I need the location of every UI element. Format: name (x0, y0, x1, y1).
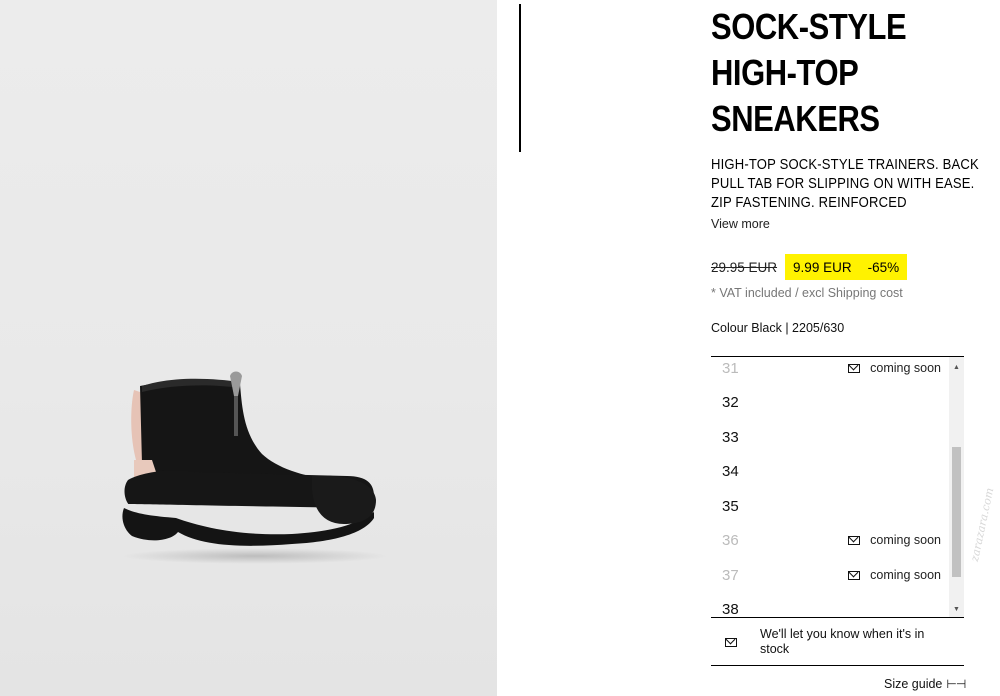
view-more-link[interactable]: View more (711, 217, 770, 231)
sale-price: 9.99 EUR (793, 259, 852, 275)
size-label: 33 (722, 428, 739, 446)
size-label: 31 (722, 359, 739, 377)
size-label: 36 (722, 531, 739, 549)
old-price: 29.95 EUR (711, 259, 778, 275)
product-description: HIGH-TOP SOCK-STYLE TRAINERS. BACK PULL … (711, 157, 979, 211)
coming-soon-label: coming soon (870, 361, 941, 375)
coming-soon-label: coming soon (870, 568, 941, 582)
ruler-icon: ⊢⊣ (946, 677, 966, 691)
stock-notify-button[interactable]: We'll let you know when it's in stock (711, 620, 964, 666)
size-label: 37 (722, 566, 739, 584)
envelope-icon (725, 638, 737, 647)
product-image[interactable] (0, 0, 497, 696)
size-list[interactable]: 31 coming soon 32 33 34 35 36 coming soo… (711, 356, 964, 618)
scroll-down-arrow-icon[interactable]: ▼ (949, 602, 964, 616)
size-list-scrollbar[interactable]: ▲ ▼ (949, 357, 964, 617)
coming-soon-notice[interactable]: coming soon (848, 361, 941, 375)
stock-notify-text: We'll let you know when it's in stock (760, 627, 925, 656)
size-option-38[interactable]: 38 (711, 592, 947, 618)
size-label: 35 (722, 497, 739, 515)
product-title: SOCK-STYLE HIGH-TOP SNEAKERS (711, 6, 907, 139)
size-option-36[interactable]: 36 coming soon (711, 523, 947, 557)
size-option-32[interactable]: 32 (711, 385, 947, 419)
size-option-33[interactable]: 33 (711, 420, 947, 454)
size-label: 32 (722, 393, 739, 411)
price-row: 29.95 EUR 9.99 EUR -65% (711, 254, 908, 280)
sale-badge: 9.99 EUR -65% (785, 254, 908, 280)
divider-line (519, 4, 521, 152)
scroll-up-arrow-icon[interactable]: ▲ (949, 360, 964, 374)
coming-soon-label: coming soon (870, 533, 941, 547)
size-option-35[interactable]: 35 (711, 489, 947, 523)
vat-note: * VAT included / excl Shipping cost (711, 286, 903, 300)
size-option-37[interactable]: 37 coming soon (711, 558, 947, 592)
size-guide-link[interactable]: Size guide ⊢⊣ (884, 677, 966, 691)
size-option-31[interactable]: 31 coming soon (711, 357, 947, 385)
scroll-thumb[interactable] (952, 447, 961, 577)
envelope-icon (848, 363, 861, 373)
watermark: zarazara.com (968, 486, 997, 563)
size-label: 38 (722, 600, 739, 618)
envelope-icon (848, 570, 861, 580)
discount-percent: -65% (867, 259, 900, 275)
envelope-icon (848, 535, 861, 545)
colour-info: Colour Black | 2205/630 (711, 321, 845, 335)
size-option-34[interactable]: 34 (711, 454, 947, 488)
coming-soon-notice[interactable]: coming soon (848, 568, 941, 582)
zip-track (234, 396, 238, 436)
size-guide-label: Size guide (884, 677, 943, 691)
sneaker-illustration (122, 371, 376, 546)
coming-soon-notice[interactable]: coming soon (848, 533, 941, 547)
size-label: 34 (722, 462, 739, 480)
